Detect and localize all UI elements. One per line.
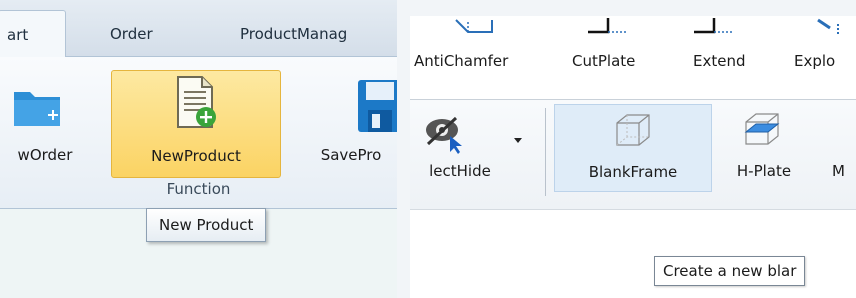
- h-plate-button[interactable]: H-Plate: [714, 104, 814, 192]
- more-tool-label: M: [832, 162, 845, 180]
- anti-chamfer-label: AntiChamfer: [414, 52, 509, 70]
- tab-start-label: art: [7, 26, 29, 44]
- modeling-toolbar: AntiChamfer CutPlate Extend Explo: [410, 16, 856, 100]
- anti-chamfer-button[interactable]: AntiChamfer: [414, 52, 508, 70]
- new-order-label: wOrder: [17, 146, 73, 164]
- select-hide-button[interactable]: lectHide: [410, 104, 516, 192]
- extend-label: Extend: [693, 52, 746, 70]
- new-product-tooltip: New Product: [146, 208, 267, 242]
- ribbon-function-group: wOrder NewProduct SavePro Function: [0, 57, 397, 209]
- tab-product-manage[interactable]: ProductManag: [240, 10, 397, 58]
- explode-icon: [817, 18, 839, 36]
- function-group-label: Function: [166, 180, 231, 198]
- h-plate-label: H-Plate: [736, 162, 792, 180]
- extend-button[interactable]: Extend: [693, 52, 746, 70]
- select-hide-dropdown-arrow[interactable]: [514, 138, 522, 143]
- select-hide-eye-icon: [426, 116, 462, 154]
- blank-frame-label: BlankFrame: [588, 163, 678, 181]
- select-hide-label: lectHide: [429, 162, 491, 180]
- ribbon-tab-bar: art Order ProductManag: [0, 0, 397, 58]
- blank-frame-button[interactable]: BlankFrame: [554, 104, 712, 192]
- cut-plate-label: CutPlate: [572, 52, 636, 70]
- toolbar-separator: [545, 108, 546, 196]
- view-toolbar: lectHide BlankFrame H-Plate M: [410, 100, 856, 210]
- explode-button[interactable]: Explo: [794, 52, 835, 70]
- cut-plate-icon: [588, 18, 628, 34]
- left-panel: art Order ProductManag wOrder NewProduct…: [0, 0, 397, 298]
- new-product-label: NewProduct: [151, 147, 241, 165]
- tab-product-manage-label: ProductManag: [240, 25, 348, 43]
- blank-frame-tooltip-text: Create a new blar: [663, 262, 797, 280]
- extend-icon: [694, 18, 734, 34]
- right-panel: AntiChamfer CutPlate Extend Explo lectHi…: [410, 16, 856, 298]
- more-tool-button[interactable]: M: [822, 104, 856, 192]
- save-product-label: SavePro: [320, 146, 382, 164]
- new-product-button[interactable]: NewProduct: [111, 70, 281, 178]
- blank-frame-tooltip: Create a new blar: [654, 256, 806, 286]
- new-product-document-icon: [177, 76, 216, 128]
- tab-order-label: Order: [110, 25, 153, 43]
- tab-start[interactable]: art: [0, 10, 66, 58]
- tab-order[interactable]: Order: [110, 10, 180, 58]
- new-order-button[interactable]: wOrder: [0, 70, 94, 178]
- save-product-button[interactable]: SavePro: [296, 70, 397, 178]
- new-product-tooltip-text: New Product: [159, 216, 254, 234]
- h-plate-icon: [744, 113, 780, 145]
- save-disk-icon: [358, 80, 397, 132]
- anti-chamfer-icon: [455, 19, 493, 33]
- blank-frame-icon: [616, 114, 650, 146]
- explode-label: Explo: [794, 52, 836, 70]
- new-order-folder-icon: [14, 92, 60, 126]
- cut-plate-button[interactable]: CutPlate: [572, 52, 635, 70]
